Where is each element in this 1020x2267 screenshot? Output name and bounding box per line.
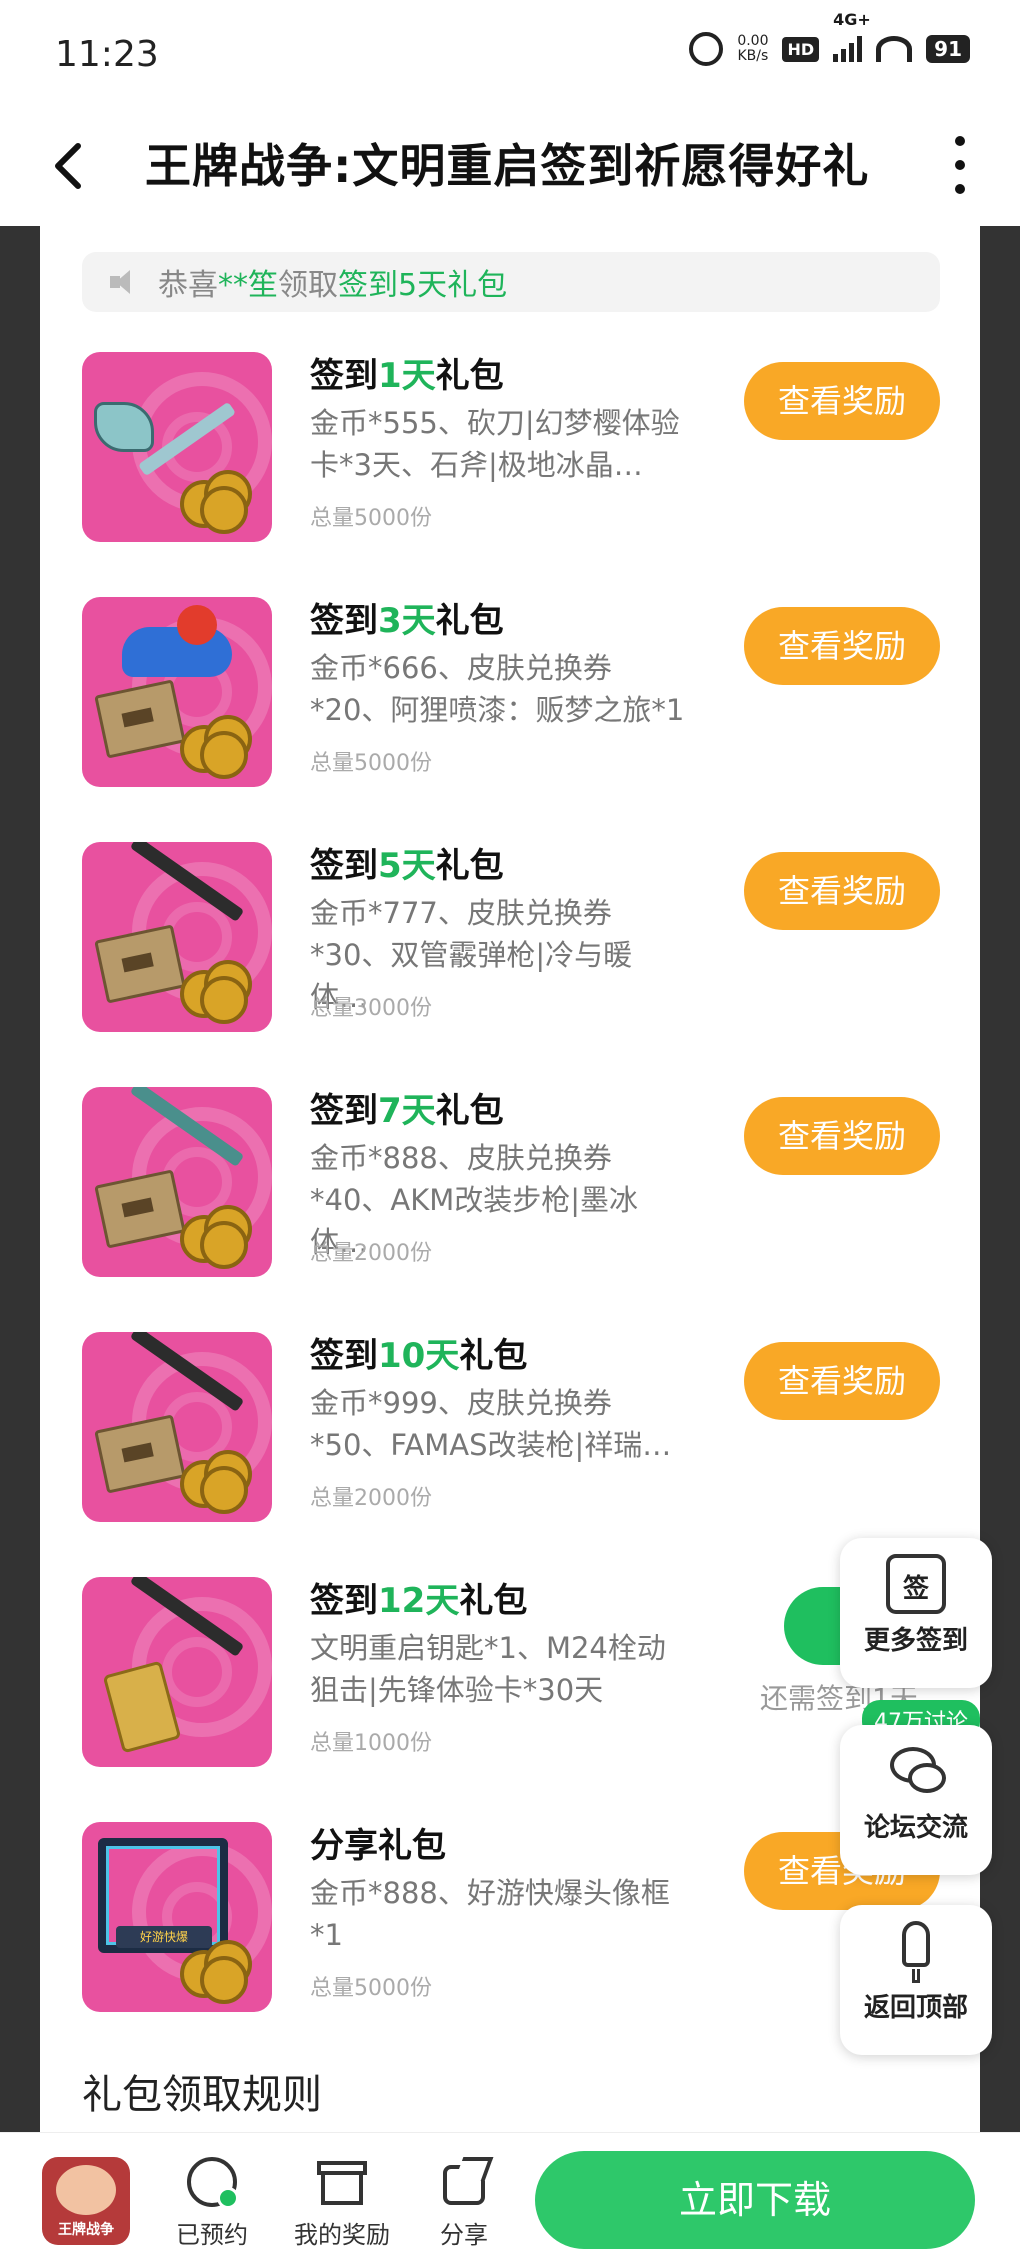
network-speed: 0.00 KB/s <box>737 34 768 64</box>
more-checkin-button[interactable]: 签 更多签到 <box>840 1538 992 1688</box>
gift-total: 总量5000份 <box>310 506 432 531</box>
wifi-icon <box>876 36 913 62</box>
view-reward-button[interactable]: 查看奖励 <box>744 1097 940 1175</box>
gift-box-icon <box>317 2157 367 2207</box>
gift-title: 签到3天礼包 <box>310 601 504 641</box>
gift-description: 金币*999、皮肤兑换券*50、FAMAS改装枪|祥瑞… <box>310 1386 672 1462</box>
gift-title: 签到7天礼包 <box>310 1091 504 1131</box>
calendar-icon: 签 <box>886 1554 946 1614</box>
coins-icon <box>180 1205 252 1269</box>
chevron-left-icon <box>55 143 81 189</box>
coins-icon <box>180 1450 252 1514</box>
speed-value: 0.00 <box>737 33 769 49</box>
share-label: 分享 <box>440 2221 488 2249</box>
gift-description: 文明重启钥匙*1、M24栓动狙击|先锋体验卡*30天 <box>310 1631 666 1707</box>
speaker-icon <box>110 268 138 296</box>
page-title: 王牌战争:文明重启签到祈愿得好礼 <box>145 139 870 193</box>
side-band-left <box>0 226 40 2132</box>
status-time: 11:23 <box>55 34 159 75</box>
coins-icon <box>180 715 252 779</box>
coins-icon <box>180 960 252 1024</box>
gift-thumbnail <box>82 1577 272 1767</box>
gift-description: 金币*555、砍刀|幻梦樱体验卡*3天、石斧|极地冰晶… <box>310 406 680 482</box>
view-reward-button[interactable]: 查看奖励 <box>744 362 940 440</box>
share-button[interactable]: 分享 <box>414 2157 514 2250</box>
view-reward-button[interactable]: 查看奖励 <box>744 1342 940 1420</box>
gift-total: 总量3000份 <box>310 996 432 1021</box>
gift-list: 签到1天礼包 金币*555、砍刀|幻梦樱体验卡*3天、石斧|极地冰晶… 总量50… <box>82 352 980 2067</box>
notice-bar: 恭喜**笙领取签到5天礼包 <box>82 252 940 312</box>
notice-user: **笙 <box>218 268 278 303</box>
gift-item: 签到7天礼包 金币*888、皮肤兑换券*40、AKM改装步枪|墨冰体… 总量20… <box>82 1087 940 1332</box>
notice-text: 恭喜**笙领取签到5天礼包 <box>158 260 507 304</box>
gift-total: 总量2000份 <box>310 1486 432 1511</box>
gift-total: 总量5000份 <box>310 1976 432 2001</box>
whale-icon <box>122 627 232 677</box>
forum-label: 论坛交流 <box>863 1813 968 1843</box>
gift-total: 总量2000份 <box>310 1241 432 1266</box>
rocket-icon <box>886 1921 946 1983</box>
gift-thumbnail <box>82 1087 272 1277</box>
gift-total: 总量5000份 <box>310 751 432 776</box>
more-checkin-label: 更多签到 <box>863 1626 968 1656</box>
rules-heading: 礼包领取规则 <box>82 2072 322 2118</box>
coins-icon <box>180 1940 252 2004</box>
gift-title: 签到12天礼包 <box>310 1581 528 1621</box>
more-options-button[interactable] <box>940 130 980 200</box>
my-rewards-label: 我的奖励 <box>294 2221 390 2249</box>
status-icons: 0.00 KB/s HD 4G+ 91 <box>689 10 970 66</box>
gift-description: 金币*666、皮肤兑换券*20、阿狸喷漆：贩梦之旅*1 <box>310 651 685 727</box>
view-reward-button[interactable]: 查看奖励 <box>744 607 940 685</box>
gift-thumbnail <box>82 597 272 787</box>
forum-button[interactable]: 论坛交流 <box>840 1725 992 1875</box>
back-to-top-button[interactable]: 返回顶部 <box>840 1905 992 2055</box>
reserved-label: 已预约 <box>176 2221 248 2249</box>
gift-title: 签到10天礼包 <box>310 1336 528 1376</box>
gift-title: 签到5天礼包 <box>310 846 504 886</box>
bottom-bar: 王牌战争 已预约 我的奖励 分享 立即下载 <box>0 2132 1020 2267</box>
hd-icon: HD <box>782 36 820 62</box>
clock-check-icon <box>187 2157 239 2209</box>
share-icon <box>439 2157 494 2207</box>
notice-prefix: 恭喜 <box>158 268 218 303</box>
gift-item: 签到3天礼包 金币*666、皮肤兑换券*20、阿狸喷漆：贩梦之旅*1 总量500… <box>82 597 940 842</box>
gift-item: 签到10天礼包 金币*999、皮肤兑换券*50、FAMAS改装枪|祥瑞… 总量2… <box>82 1332 940 1577</box>
view-reward-button[interactable]: 查看奖励 <box>744 852 940 930</box>
reserved-button[interactable]: 已预约 <box>162 2157 262 2250</box>
gift-thumbnail <box>82 352 272 542</box>
gift-total: 总量1000份 <box>310 1731 432 1756</box>
gift-item: 好游快爆 分享礼包 金币*888、好游快爆头像框*1 总量5000份 查看奖励 <box>82 1822 940 2067</box>
chat-bubbles-icon <box>886 1741 946 1801</box>
back-to-top-label: 返回顶部 <box>863 1993 968 2023</box>
gift-title: 签到1天礼包 <box>310 356 504 396</box>
battery-icon: 91 <box>926 35 970 63</box>
gift-thumbnail <box>82 842 272 1032</box>
gift-item: 签到12天礼包 文明重启钥匙*1、M24栓动狙击|先锋体验卡*30天 总量100… <box>82 1577 980 1822</box>
speed-unit: KB/s <box>737 48 769 64</box>
header: 王牌战争:文明重启签到祈愿得好礼 <box>0 110 1020 226</box>
my-rewards-button[interactable]: 我的奖励 <box>292 2157 392 2250</box>
signal-icon: 4G+ <box>833 10 871 62</box>
game-app-icon[interactable]: 王牌战争 <box>42 2157 130 2245</box>
download-now-button[interactable]: 立即下载 <box>535 2151 975 2249</box>
gift-description: 金币*888、好游快爆头像框*1 <box>310 1876 670 1952</box>
network-type: 4G+ <box>833 10 871 29</box>
notice-middle: 领取 <box>278 268 338 303</box>
gift-thumbnail <box>82 1332 272 1522</box>
fox-icon <box>177 605 217 645</box>
coins-icon <box>180 470 252 534</box>
notice-gift: 签到5天礼包 <box>338 268 508 303</box>
gift-title: 分享礼包 <box>310 1826 446 1866</box>
back-button[interactable] <box>40 136 100 196</box>
gift-item: 签到5天礼包 金币*777、皮肤兑换券*30、双管霰弹枪|冷与暖体… 总量300… <box>82 842 940 1087</box>
gift-item: 签到1天礼包 金币*555、砍刀|幻梦樱体验卡*3天、石斧|极地冰晶… 总量50… <box>82 352 940 597</box>
alarm-icon <box>689 32 724 66</box>
status-bar: 11:23 0.00 KB/s HD 4G+ 91 <box>0 0 1020 110</box>
gift-thumbnail: 好游快爆 <box>82 1822 272 2012</box>
